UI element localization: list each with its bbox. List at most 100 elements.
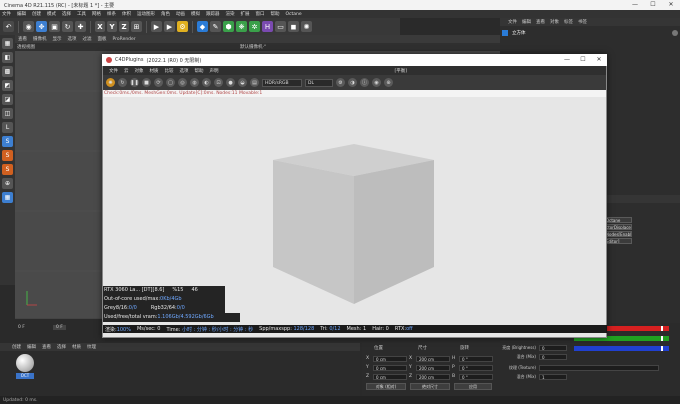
subdivision-icon[interactable]: ⬢ — [223, 21, 234, 32]
menu-help[interactable]: 帮助 — [271, 11, 280, 17]
zoom-icon[interactable]: ⊕ — [384, 78, 393, 87]
menu-edit[interactable]: 编辑 — [17, 11, 26, 17]
grid-icon[interactable]: ▦ — [2, 192, 13, 203]
viewport-menu-display[interactable]: 显示 — [53, 36, 62, 42]
tag-item[interactable]: Nodes[Enable] — [604, 231, 632, 237]
mat-menu-edit[interactable]: 编辑 — [27, 344, 36, 350]
menu-mograph[interactable]: 运动图形 — [137, 11, 155, 17]
close-button[interactable]: ✕ — [662, 0, 680, 10]
lock-icon[interactable]: ⊡ — [214, 78, 223, 87]
menu-tracker[interactable]: 跟踪器 — [206, 11, 220, 17]
model-mode-icon[interactable]: ◧ — [2, 52, 13, 63]
viewport-menu-prorender[interactable]: ProRender — [113, 37, 136, 42]
polygons-mode-icon[interactable]: ◫ — [2, 108, 13, 119]
script-icon[interactable]: S — [2, 150, 13, 161]
pen-icon[interactable]: ✎ — [210, 21, 221, 32]
focus-picker-icon[interactable]: ◎ — [178, 78, 187, 87]
coord-mode-select[interactable]: 对象 (相对) — [366, 383, 406, 390]
z-axis-button[interactable]: Z — [119, 21, 129, 32]
color-space-select[interactable]: HDR/sRGB — [262, 78, 302, 87]
rotation-p-field[interactable]: 0 ° — [459, 364, 493, 371]
color-slider-blue[interactable] — [574, 346, 669, 351]
object-picker-icon[interactable]: ◐ — [202, 78, 211, 87]
position-y-field[interactable]: 0 cm — [373, 364, 407, 371]
om-menu-bookmarks[interactable]: 书签 — [578, 19, 587, 25]
size-x-field[interactable]: 200 cm — [416, 355, 450, 362]
menu-mesh[interactable]: 网格 — [92, 11, 101, 17]
restart-icon[interactable]: ↻ — [118, 78, 127, 87]
render-view-icon[interactable]: ▶ — [151, 21, 162, 32]
cloner-icon[interactable]: ❋ — [236, 21, 247, 32]
size-y-field[interactable]: 200 cm — [416, 364, 450, 371]
menu-window[interactable]: 窗口 — [256, 11, 265, 17]
position-x-field[interactable]: 0 cm — [373, 355, 407, 362]
maximize-button[interactable]: ☐ — [644, 0, 662, 10]
mat-menu-material[interactable]: 材质 — [72, 344, 81, 350]
cube-icon[interactable]: ◆ — [197, 21, 208, 32]
mat-menu-texture[interactable]: 纹理 — [87, 344, 96, 350]
clay-mode-icon[interactable]: ● — [226, 78, 235, 87]
axis-mode-icon[interactable]: L — [2, 122, 13, 133]
field-icon[interactable]: H — [262, 21, 273, 32]
refresh-icon[interactable]: ⟳ — [154, 78, 163, 87]
prop-mix-field[interactable]: 0 — [539, 353, 567, 360]
workplane-icon[interactable]: ⊕ — [2, 178, 13, 189]
om-menu-tags[interactable]: 标签 — [564, 19, 573, 25]
render-settings-icon[interactable]: ⚙ — [177, 21, 188, 32]
material-thumbnail[interactable] — [16, 354, 34, 372]
timeline-current-frame[interactable]: 0 F — [53, 325, 66, 330]
camera-icon[interactable]: ◼ — [288, 21, 299, 32]
viewport-menu-view[interactable]: 查看 — [18, 36, 27, 42]
prop-brightness-field[interactable]: 0 — [539, 344, 567, 351]
octane-menu-options[interactable]: 选项 — [180, 68, 189, 74]
octane-maximize-button[interactable]: ☐ — [575, 54, 591, 66]
viewport-menu-options[interactable]: 选项 — [68, 36, 77, 42]
move-icon[interactable]: ✥ — [36, 21, 47, 32]
rotation-h-field[interactable]: 0 ° — [459, 355, 493, 362]
coordinate-system-icon[interactable]: ⊞ — [131, 21, 142, 32]
channel-icon[interactable]: ◑ — [348, 78, 357, 87]
octane-close-button[interactable]: ✕ — [591, 54, 607, 66]
position-z-field[interactable]: 0 cm — [373, 373, 407, 380]
subsample-icon[interactable]: ◒ — [238, 78, 247, 87]
menu-file[interactable]: 文件 — [2, 11, 11, 17]
om-menu-edit[interactable]: 编辑 — [522, 19, 531, 25]
info-icon[interactable]: ⓘ — [360, 78, 369, 87]
y-axis-button[interactable]: Y — [107, 21, 117, 32]
tag-item[interactable]: Editor] — [604, 238, 632, 244]
object-row-cube[interactable]: 立方体 — [502, 29, 678, 37]
slider-knob[interactable] — [661, 336, 663, 341]
camera-view-icon[interactable]: ◉ — [372, 78, 381, 87]
script-2-icon[interactable]: S — [2, 164, 13, 175]
points-mode-icon[interactable]: ◩ — [2, 80, 13, 91]
material-picker-icon[interactable]: ◍ — [190, 78, 199, 87]
x-axis-button[interactable]: X — [95, 21, 105, 32]
tag-item[interactable]: ctorDisplacement — [604, 224, 632, 230]
om-menu-object[interactable]: 对象 — [550, 19, 559, 25]
menu-extensions[interactable]: 扩展 — [241, 11, 250, 17]
snap-icon[interactable]: S — [2, 136, 13, 147]
octane-menu-compare[interactable]: 比较 — [165, 68, 174, 74]
octane-menu-cloud[interactable]: 云 — [124, 68, 129, 74]
rotate-icon[interactable]: ↻ — [62, 21, 73, 32]
octane-menu-file[interactable]: 文件 — [109, 68, 118, 74]
slider-knob[interactable] — [661, 346, 663, 351]
octane-menu-declare[interactable]: 声明 — [210, 68, 219, 74]
size-z-field[interactable]: 200 cm — [416, 373, 450, 380]
texture-mode-icon[interactable]: ▩ — [2, 66, 13, 77]
om-menu-view[interactable]: 查看 — [536, 19, 545, 25]
slider-knob[interactable] — [661, 326, 663, 331]
menu-tools[interactable]: 工具 — [77, 11, 86, 17]
menu-simulate[interactable]: 模拟 — [191, 11, 200, 17]
menu-render[interactable]: 渲染 — [226, 11, 235, 17]
transform-icon[interactable]: ✚ — [75, 21, 86, 32]
mat-menu-view[interactable]: 查看 — [42, 344, 51, 350]
viewport-menu-filter[interactable]: 过滤 — [83, 36, 92, 42]
octane-menu-materials[interactable]: 材质 — [150, 68, 159, 74]
octane-menu-help[interactable]: 帮助 — [195, 68, 204, 74]
menu-create[interactable]: 创建 — [32, 11, 41, 17]
pause-icon[interactable]: ❚❚ — [130, 78, 139, 87]
octane-menu-objects[interactable]: 对象 — [135, 68, 144, 74]
deformer-icon[interactable]: ✲ — [249, 21, 260, 32]
prop-mix-2-field[interactable]: 1 — [539, 373, 567, 380]
